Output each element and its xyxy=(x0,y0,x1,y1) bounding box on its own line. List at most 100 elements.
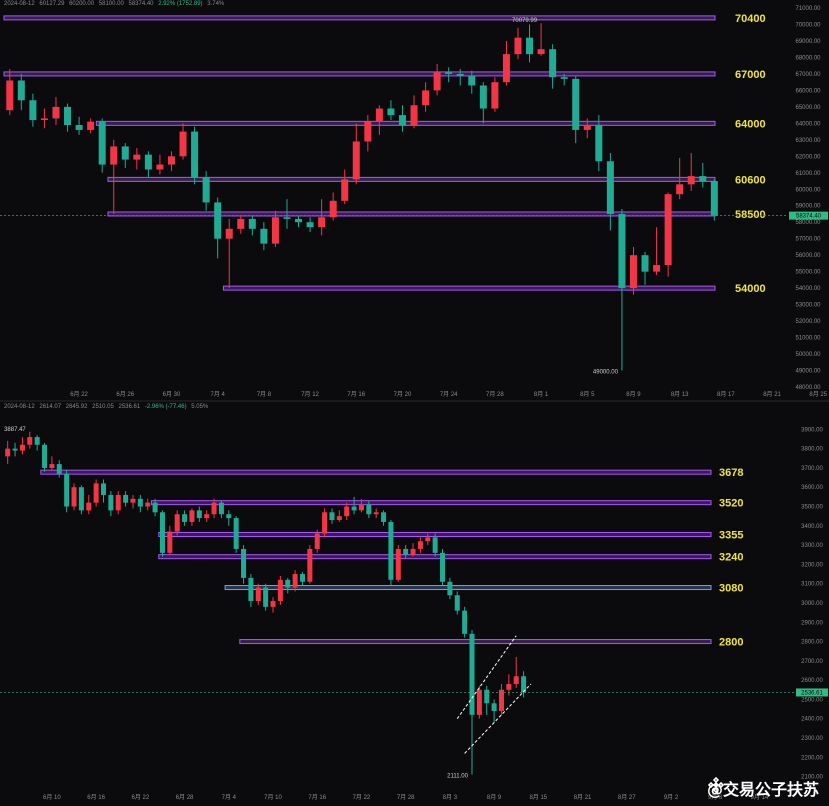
level-label: 3080 xyxy=(719,583,743,595)
channel-lower-line xyxy=(464,683,532,754)
candle-body xyxy=(618,213,626,289)
x-tick-label: 7月 8 xyxy=(257,391,272,398)
candle-body xyxy=(285,579,291,588)
candle-body xyxy=(381,512,387,522)
candle-body xyxy=(123,494,129,503)
y-tick-label: 58000.00 xyxy=(795,220,821,226)
y-tick-label: 54000.00 xyxy=(795,286,821,292)
level-zone xyxy=(150,500,712,506)
level-zone xyxy=(40,469,712,475)
candle-body xyxy=(52,106,60,119)
x-tick-label: 8月 1 xyxy=(534,391,549,398)
y-tick-label: 59000.00 xyxy=(795,204,821,210)
x-tick-label: 7月 28 xyxy=(486,391,504,398)
x-tick-label: 6月 30 xyxy=(163,391,181,398)
candle-body xyxy=(433,72,441,91)
candle-body xyxy=(49,464,55,468)
candle-body xyxy=(468,75,476,86)
level-zone xyxy=(3,71,716,77)
candle-body xyxy=(388,521,394,580)
candle-body xyxy=(159,512,165,553)
candle-body xyxy=(75,124,83,130)
candle-body xyxy=(156,164,164,170)
candle-body xyxy=(462,610,468,634)
y-tick-label: 2800.00 xyxy=(801,640,823,646)
candle-body xyxy=(398,115,406,125)
candle-body xyxy=(218,502,224,515)
candle-body xyxy=(19,444,25,451)
level-label: 60600 xyxy=(735,174,766,186)
candle-body xyxy=(641,255,649,272)
candle-body xyxy=(549,49,557,78)
y-tick-label: 64000.00 xyxy=(795,121,821,127)
candle-body xyxy=(445,72,453,74)
candle-body xyxy=(260,228,268,244)
candle-body xyxy=(344,506,350,517)
x-tick-label: 7月 16 xyxy=(347,391,365,398)
level-label: 54000 xyxy=(735,283,766,295)
y-tick-label: 3200.00 xyxy=(801,562,823,568)
candle-body xyxy=(196,510,202,519)
candle-body xyxy=(307,548,313,582)
y-tick-label: 2600.00 xyxy=(801,678,823,684)
level-label: 70400 xyxy=(735,13,766,25)
candle-body xyxy=(456,73,464,76)
y-tick-label: 3900.00 xyxy=(801,427,823,433)
x-tick-label: 6月 16 xyxy=(87,794,105,801)
candle-body xyxy=(211,502,217,515)
candle-body xyxy=(387,108,395,116)
candle-body xyxy=(318,217,326,228)
candle-body xyxy=(110,146,118,165)
x-tick-label: 7月 28 xyxy=(397,794,415,801)
candle-body xyxy=(6,80,14,111)
candle-body xyxy=(202,177,210,203)
candle-body xyxy=(358,504,364,511)
candle-body xyxy=(410,105,418,125)
candle-body xyxy=(270,601,276,607)
candle-body xyxy=(87,121,95,130)
watermark: @交易公子扶苏 xyxy=(707,776,819,800)
candle-body xyxy=(248,577,254,602)
candle-body xyxy=(606,161,614,214)
y-tick-label: 55000.00 xyxy=(795,270,821,276)
candle-body xyxy=(292,574,298,588)
y-tick-label: 69000.00 xyxy=(795,39,821,45)
candle-body xyxy=(306,222,314,228)
candle-body xyxy=(137,498,143,507)
x-tick-label: 8月 9 xyxy=(626,391,641,398)
candlestick-charts[interactable]: 71000.00 70000.00 69000.00 68000.00 67000.00… xyxy=(0,0,829,806)
y-tick-label: 2200.00 xyxy=(801,755,823,761)
y-tick-label: 63000.00 xyxy=(795,138,821,144)
dual-chart-screenshot: 2024-08-12 60127.29 60200.00 58100.00 58… xyxy=(0,0,829,806)
candle-body xyxy=(498,689,504,711)
candle-body xyxy=(98,121,106,165)
candle-body xyxy=(329,512,335,521)
candle-body xyxy=(144,154,152,170)
candle-body xyxy=(271,217,279,244)
candle-body xyxy=(513,676,519,684)
y-tick-label: 48000.00 xyxy=(795,385,821,391)
candle-body xyxy=(42,444,48,468)
y-tick-label: 3500.00 xyxy=(801,505,823,511)
y-tick-label: 70000.00 xyxy=(795,22,821,28)
level-zone xyxy=(222,285,716,291)
candle-body xyxy=(687,176,695,185)
candle-body xyxy=(248,218,256,229)
candle-body xyxy=(491,82,499,109)
y-tick-label: 3300.00 xyxy=(801,543,823,549)
x-tick-label: 7月 4 xyxy=(211,391,226,398)
candle-body xyxy=(491,703,497,711)
candle-body xyxy=(432,537,438,553)
candle-body xyxy=(583,124,591,130)
level-label: 3520 xyxy=(719,498,743,510)
y-tick-label: 57000.00 xyxy=(795,237,821,243)
candle-body xyxy=(560,77,568,79)
y-tick-label: 3100.00 xyxy=(801,582,823,588)
x-tick-label: 7月 16 xyxy=(308,794,326,801)
candle-body xyxy=(174,514,180,532)
candle-body xyxy=(108,494,114,511)
candle-body xyxy=(506,683,512,690)
candle-body xyxy=(447,581,453,596)
x-tick-label: 8月 15 xyxy=(529,794,547,801)
level-label: 3678 xyxy=(719,467,743,479)
